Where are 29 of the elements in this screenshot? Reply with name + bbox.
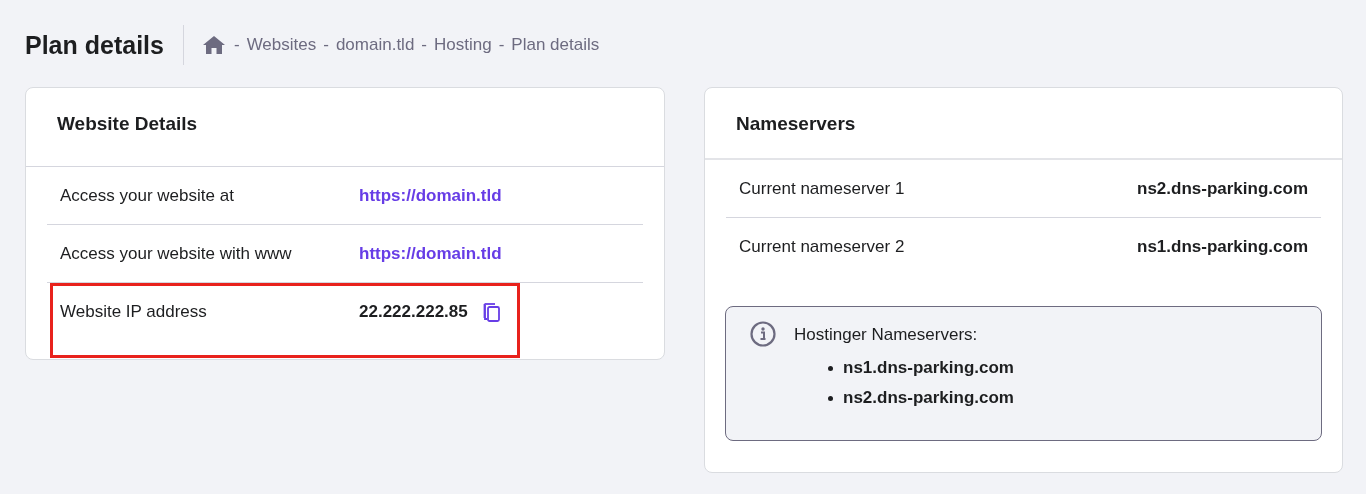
breadcrumb-separator: - — [233, 35, 240, 55]
info-heading: Hostinger Nameservers: — [794, 325, 979, 345]
row-label: Website IP address — [60, 302, 208, 322]
ip-address: 22.222.222.85 — [359, 302, 468, 322]
website-link[interactable]: https://domain.tld — [359, 186, 502, 206]
bullet-icon — [828, 365, 833, 371]
website-link[interactable]: https://domain.tld — [359, 244, 502, 264]
nameserver-value: ns2.dns-parking.com — [1137, 179, 1308, 199]
home-icon[interactable] — [202, 36, 225, 54]
breadcrumb-separator: - — [498, 35, 505, 55]
row-label: Current nameserver 1 — [739, 179, 906, 199]
row-label: Current nameserver 2 — [739, 237, 906, 257]
nameserver-item: ns1.dns-parking.com — [843, 358, 1014, 378]
breadcrumb-link[interactable]: Plan details — [511, 35, 600, 55]
page-title: Plan details — [25, 30, 164, 60]
breadcrumb-separator: - — [323, 35, 329, 55]
info-icon — [750, 321, 776, 347]
card-title: Nameservers — [705, 88, 1342, 160]
breadcrumb-link[interactable]: Websites — [246, 35, 317, 55]
breadcrumb-separator: - — [421, 35, 427, 55]
row-label: Access your website at — [60, 186, 235, 206]
breadcrumb-link[interactable]: Hosting — [434, 35, 492, 55]
bullet-icon — [828, 395, 833, 401]
nameserver-item: ns2.dns-parking.com — [843, 388, 1014, 408]
row-label: Access your website with www — [60, 244, 293, 264]
breadcrumb-link[interactable]: domain.tld — [335, 35, 415, 55]
card-title: Website Details — [26, 88, 664, 167]
copy-icon[interactable] — [482, 302, 501, 322]
nameserver-value: ns1.dns-parking.com — [1137, 237, 1308, 257]
